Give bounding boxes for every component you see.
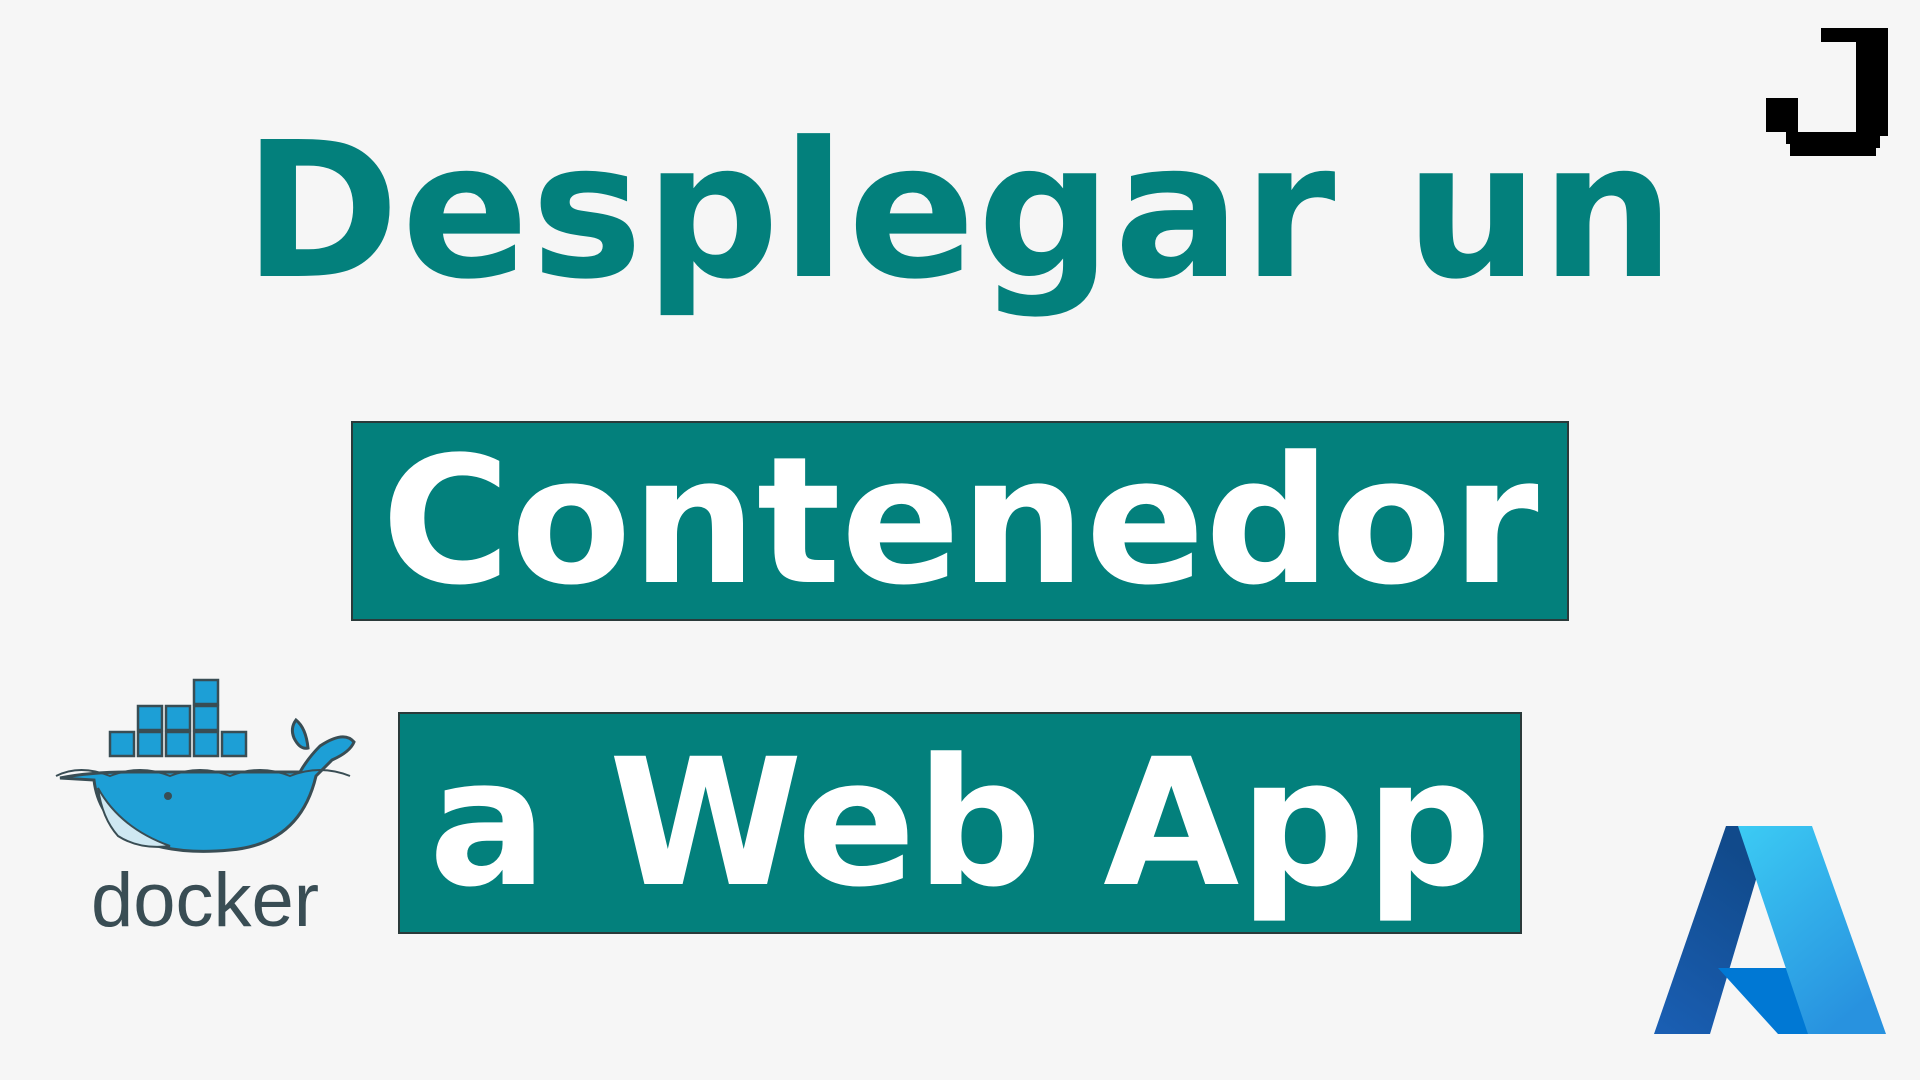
brand-logo-icon — [1766, 28, 1888, 156]
page-title: Desplegar un — [243, 102, 1677, 321]
docker-logo-icon: docker — [55, 678, 356, 938]
azure-logo-icon — [1654, 826, 1886, 1034]
banner-contenedor: Contenedor — [351, 419, 1569, 624]
banner-web-app: a Web App — [398, 712, 1522, 934]
docker-wordmark: docker — [91, 858, 319, 938]
